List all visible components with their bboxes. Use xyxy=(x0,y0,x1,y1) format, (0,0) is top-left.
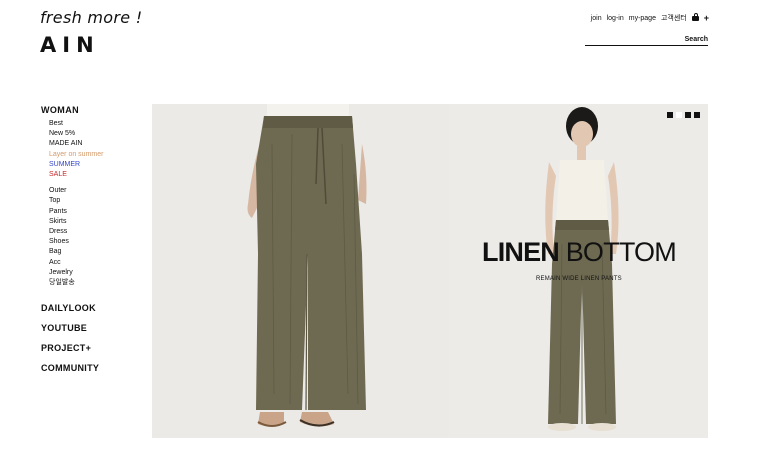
sidebar-item-skirts[interactable]: Skirts xyxy=(49,217,141,227)
hero-banner[interactable]: LINEN BOTTOM REMAIN WIDE LINEN PANTS xyxy=(152,104,708,438)
hero-headline: LINEN BOTTOM xyxy=(482,237,677,268)
site-logo[interactable]: fresh more ! AIN xyxy=(40,8,143,57)
right-model-figure xyxy=(545,107,619,431)
sidebar-item-pants[interactable]: Pants xyxy=(49,207,141,217)
logo-tagline: fresh more ! xyxy=(40,8,143,27)
slide-dot-4[interactable] xyxy=(694,112,700,118)
sidebar-item-dress[interactable]: Dress xyxy=(49,227,141,237)
slide-dot-1[interactable] xyxy=(667,112,673,118)
slide-dot-2[interactable] xyxy=(676,112,682,118)
featured-list: Best New 5% MADE AIN Layer on summer SUM… xyxy=(49,119,141,180)
shopping-bag-icon[interactable] xyxy=(691,13,699,21)
sidebar-item-outer[interactable]: Outer xyxy=(49,186,141,196)
sidebar-item-made-ain[interactable]: MADE AIN xyxy=(49,139,141,149)
menu-dailylook[interactable]: DAILYLOOK xyxy=(41,302,99,322)
sidebar-item-top[interactable]: Top xyxy=(49,196,141,206)
sidebar-item-new[interactable]: New 5% xyxy=(49,129,141,139)
left-model-figure xyxy=(247,104,367,427)
sidebar-item-summer[interactable]: SUMMER xyxy=(49,160,141,170)
sidebar-item-best[interactable]: Best xyxy=(49,119,141,129)
sidebar-item-jewelry[interactable]: Jewelry xyxy=(49,268,141,278)
headline-bold: LINEN xyxy=(482,237,560,267)
sidebar: WOMAN Best New 5% MADE AIN Layer on summ… xyxy=(41,105,141,288)
sidebar-item-sale[interactable]: SALE xyxy=(49,170,141,180)
login-link[interactable]: log-in xyxy=(607,15,624,22)
hero-subline: REMAIN WIDE LINEN PANTS xyxy=(536,276,622,282)
join-link[interactable]: join xyxy=(591,15,602,22)
sidebar-item-shoes[interactable]: Shoes xyxy=(49,237,141,247)
slide-dot-3[interactable] xyxy=(685,112,691,118)
customer-center-link[interactable]: 고객센터 xyxy=(661,13,687,23)
headline-thin: BOTTOM xyxy=(559,237,677,267)
top-utility-nav: join log-in my-page 고객센터 + xyxy=(591,13,709,23)
sidebar-item-woman[interactable]: WOMAN xyxy=(41,105,141,115)
sidebar-item-bag[interactable]: Bag xyxy=(49,247,141,257)
mypage-link[interactable]: my-page xyxy=(629,15,656,22)
sidebar-item-layer-on-summer[interactable]: Layer on summer xyxy=(49,150,141,160)
slide-indicator xyxy=(667,112,700,118)
menu-community[interactable]: COMMUNITY xyxy=(41,362,99,382)
search-input[interactable] xyxy=(585,35,675,45)
search-box: Search xyxy=(585,35,708,46)
logo-brand[interactable]: AIN xyxy=(40,33,143,57)
plus-icon[interactable]: + xyxy=(704,13,709,22)
category-list: Outer Top Pants Skirts Dress Shoes Bag A… xyxy=(49,186,141,288)
main-menu: DAILYLOOK YOUTUBE PROJECT+ COMMUNITY xyxy=(41,302,99,382)
menu-project[interactable]: PROJECT+ xyxy=(41,342,99,362)
menu-youtube[interactable]: YOUTUBE xyxy=(41,322,99,342)
sidebar-item-acc[interactable]: Acc xyxy=(49,258,141,268)
hero-photo-illustration xyxy=(247,104,619,431)
search-button[interactable]: Search xyxy=(685,36,708,43)
sidebar-item-same-day[interactable]: 당일발송 xyxy=(49,278,141,288)
